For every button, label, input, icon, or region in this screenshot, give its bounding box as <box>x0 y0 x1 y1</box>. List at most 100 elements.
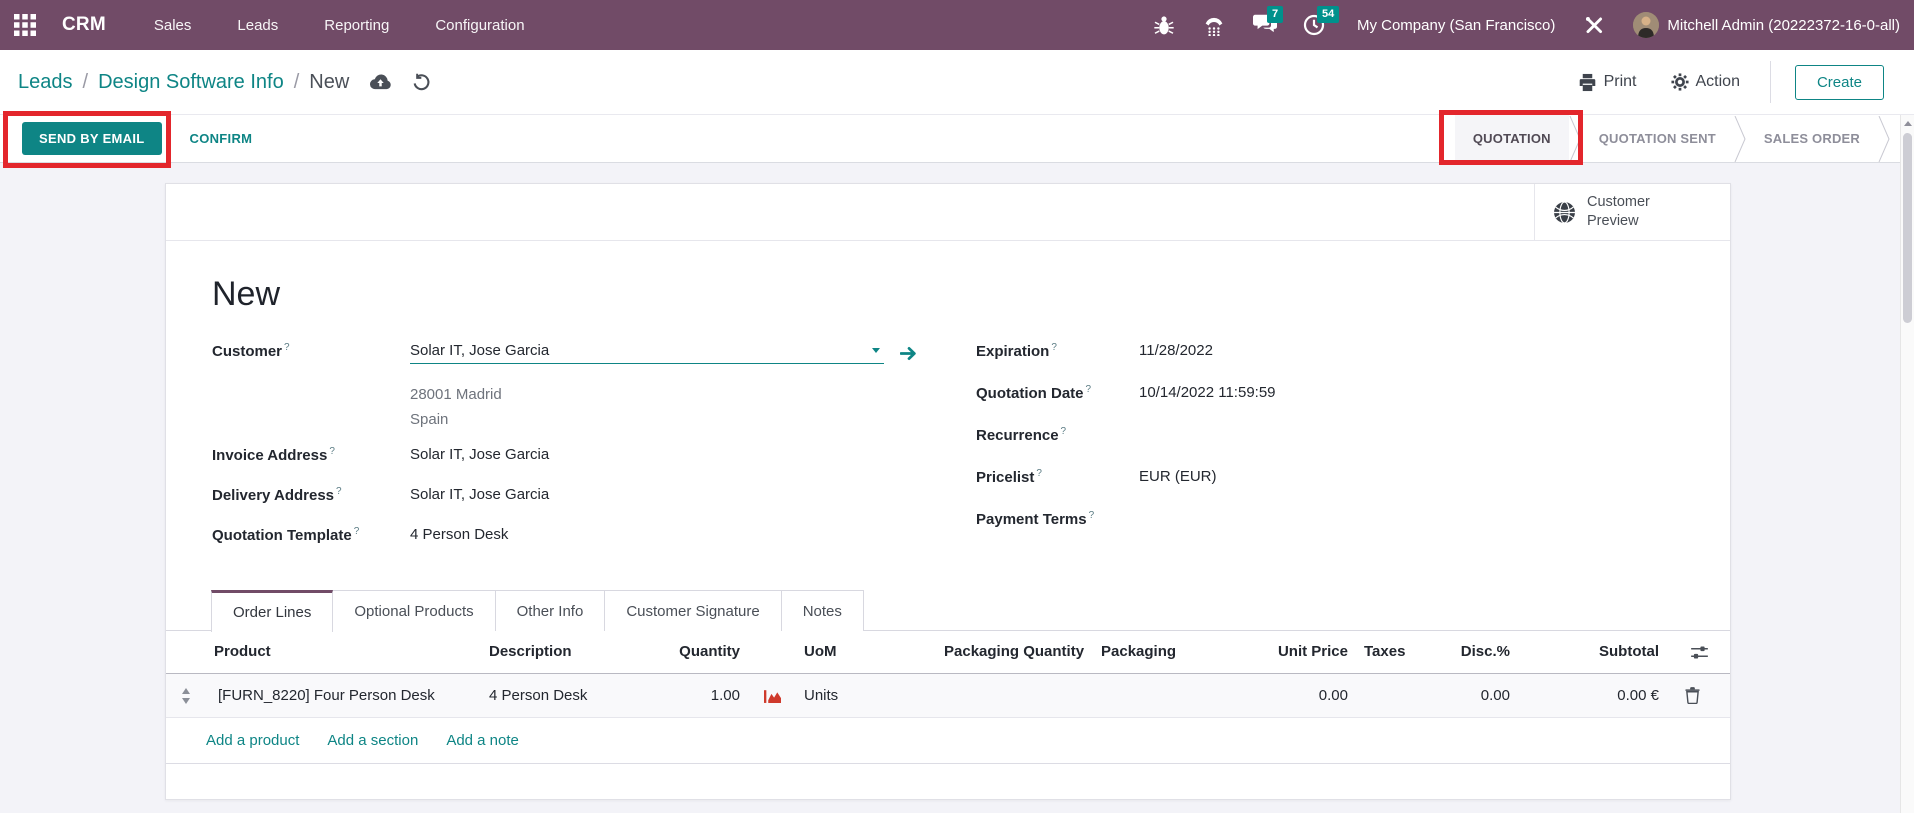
customer-address: 28001 Madrid Spain <box>410 382 917 432</box>
col-subtotal: Subtotal <box>1518 631 1667 673</box>
create-button[interactable]: Create <box>1795 65 1884 100</box>
cell-description[interactable]: 4 Person Desk <box>481 673 631 717</box>
help-mark: ? <box>284 342 290 353</box>
cell-discount[interactable]: 0.00 <box>1446 673 1518 717</box>
cell-product[interactable]: [FURN_8220] Four Person Desk <box>206 673 481 717</box>
help-mark: ? <box>1061 426 1067 437</box>
help-mark: ? <box>1051 342 1057 353</box>
content-area: Customer Preview New Customer? Solar IT,… <box>0 163 1914 813</box>
messages-badge: 7 <box>1267 6 1283 23</box>
order-line-row[interactable]: [FURN_8220] Four Person Desk 4 Person De… <box>166 673 1730 717</box>
tab-notes[interactable]: Notes <box>781 590 864 631</box>
optional-columns-icon[interactable] <box>1691 646 1708 659</box>
gear-icon <box>1671 73 1689 91</box>
handle-column-header <box>166 631 206 673</box>
nav-menu-configuration[interactable]: Configuration <box>435 17 524 34</box>
scrollbar-up-button[interactable] <box>1901 115 1914 131</box>
messages-icon[interactable]: 7 <box>1253 14 1275 36</box>
add-product-link[interactable]: Add a product <box>206 732 299 749</box>
cell-unit-price[interactable]: 0.00 <box>1261 673 1356 717</box>
printer-icon <box>1578 73 1597 92</box>
col-quantity: Quantity <box>631 631 748 673</box>
nav-menu-leads[interactable]: Leads <box>237 17 278 34</box>
tab-customer-signature[interactable]: Customer Signature <box>604 590 781 631</box>
vertical-scrollbar[interactable] <box>1900 115 1914 813</box>
cell-actions <box>1667 673 1730 717</box>
user-menu[interactable]: Mitchell Admin (20222372-16-0-all) <box>1633 12 1900 38</box>
statusbar-step-quotation[interactable]: QUOTATION <box>1455 115 1569 163</box>
debug-bug-icon[interactable] <box>1153 14 1175 36</box>
print-button[interactable]: Print <box>1578 73 1637 92</box>
apps-grid-icon[interactable] <box>14 14 36 36</box>
delete-row-icon[interactable] <box>1685 687 1700 704</box>
statusbar-step-label: QUOTATION SENT <box>1599 131 1716 146</box>
pricelist-label: Pricelist? <box>976 468 1139 486</box>
breadcrumb: Leads / Design Software Info / New <box>18 71 349 94</box>
add-section-link[interactable]: Add a section <box>327 732 418 749</box>
cell-packaging[interactable] <box>1093 673 1261 717</box>
app-name[interactable]: CRM <box>62 14 106 36</box>
col-product: Product <box>206 631 481 673</box>
quotation-date-label: Quotation Date? <box>976 384 1139 402</box>
invoice-address-label: Invoice Address? <box>212 446 410 464</box>
discard-icon[interactable] <box>412 73 431 92</box>
statusbar-chevron-icon <box>1878 116 1890 162</box>
save-cloud-icon[interactable] <box>369 73 392 91</box>
breadcrumb-current: New <box>309 71 349 94</box>
cell-packaging-quantity[interactable] <box>936 673 1093 717</box>
quotation-date-value[interactable]: 10/14/2022 11:59:59 <box>1139 384 1276 401</box>
nav-menu-reporting[interactable]: Reporting <box>324 17 389 34</box>
form-sheet: Customer Preview New Customer? Solar IT,… <box>165 183 1731 800</box>
tab-order-lines[interactable]: Order Lines <box>211 590 333 632</box>
dropdown-caret-icon[interactable] <box>872 348 880 353</box>
cell-subtotal[interactable]: 0.00 € <box>1518 673 1667 717</box>
add-note-link[interactable]: Add a note <box>446 732 519 749</box>
help-mark: ? <box>354 526 360 537</box>
company-switcher[interactable]: My Company (San Francisco) <box>1357 17 1555 34</box>
activities-clock-icon[interactable]: 54 <box>1303 14 1325 36</box>
divider <box>1770 61 1771 103</box>
customer-address-city: 28001 Madrid <box>410 382 917 407</box>
scroll-up-icon <box>1904 121 1912 126</box>
cell-quantity[interactable]: 1.00 <box>631 673 748 717</box>
statusbar-step-quotation-sent[interactable]: QUOTATION SENT <box>1581 115 1734 163</box>
invoice-address-value[interactable]: Solar IT, Jose Garcia <box>410 446 549 463</box>
customer-label: Customer? <box>212 342 410 360</box>
help-mark: ? <box>336 486 342 497</box>
sheet-header-strip: Customer Preview <box>166 184 1730 241</box>
customer-preview-label-1: Customer <box>1587 194 1650 210</box>
cell-taxes[interactable] <box>1356 673 1446 717</box>
customer-input[interactable]: Solar IT, Jose Garcia <box>410 342 884 364</box>
pricelist-value[interactable]: EUR (EUR) <box>1139 468 1217 485</box>
recurrence-label: Recurrence? <box>976 426 1139 444</box>
internal-link-arrow-icon[interactable] <box>900 346 917 361</box>
tab-optional-products[interactable]: Optional Products <box>332 590 495 631</box>
quotation-template-value[interactable]: 4 Person Desk <box>410 526 508 543</box>
send-by-email-button[interactable]: SEND BY EMAIL <box>22 122 162 155</box>
voip-phone-icon[interactable] <box>1203 14 1225 36</box>
breadcrumb-lead-name[interactable]: Design Software Info <box>98 71 284 94</box>
cell-uom[interactable]: Units <box>796 673 936 717</box>
col-packaging-quantity: Packaging Quantity <box>936 631 1093 673</box>
table-header-row: Product Description Quantity UoM Packagi… <box>166 631 1730 673</box>
customer-preview-button[interactable]: Customer Preview <box>1534 184 1730 240</box>
payment-terms-label: Payment Terms? <box>976 510 1139 528</box>
action-button[interactable]: Action <box>1671 73 1740 91</box>
breadcrumb-leads[interactable]: Leads <box>18 71 73 94</box>
tools-icon[interactable] <box>1583 14 1605 36</box>
tab-other-info[interactable]: Other Info <box>495 590 606 631</box>
expiration-value[interactable]: 11/28/2022 <box>1139 342 1213 359</box>
forecast-chart-icon[interactable] <box>764 688 781 703</box>
help-mark: ? <box>1036 468 1042 479</box>
nav-menu-sales[interactable]: Sales <box>154 17 192 34</box>
globe-icon <box>1553 201 1576 224</box>
action-label: Action <box>1696 73 1740 91</box>
scrollbar-thumb[interactable] <box>1903 133 1912 323</box>
order-line-footer-links: Add a product Add a section Add a note <box>166 718 1730 764</box>
customer-address-country: Spain <box>410 407 917 432</box>
statusbar-step-sales-order[interactable]: SALES ORDER <box>1746 115 1878 163</box>
drag-handle-icon[interactable] <box>181 688 191 704</box>
order-lines-table: Product Description Quantity UoM Packagi… <box>166 631 1730 718</box>
delivery-address-value[interactable]: Solar IT, Jose Garcia <box>410 486 549 503</box>
confirm-button[interactable]: CONFIRM <box>190 131 253 146</box>
